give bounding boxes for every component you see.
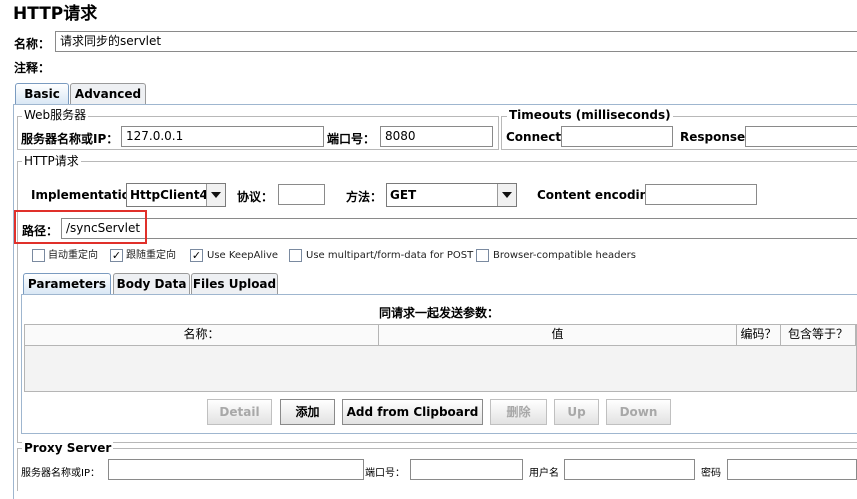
tab-advanced[interactable]: Advanced xyxy=(70,83,146,105)
encoding-label: Content encoding: xyxy=(537,188,662,202)
name-label: 名称： xyxy=(14,37,51,51)
auto-redirect-checkbox[interactable] xyxy=(32,249,45,262)
auto-redirect-label: 自动重定向 xyxy=(48,250,98,261)
parameters-table: 名称： 值 编码？ 包含等于？ xyxy=(24,324,857,392)
add-from-clipboard-button[interactable]: Add from Clipboard xyxy=(342,399,483,425)
comment-field[interactable] xyxy=(55,56,857,74)
parameters-heading: 同请求一起发送参数： xyxy=(379,306,500,320)
follow-redirect-label: 跟随重定向 xyxy=(126,250,176,261)
server-field[interactable]: 127.0.0.1 xyxy=(121,126,324,147)
response-label: Response: xyxy=(680,130,750,144)
connect-label: Connect: xyxy=(506,130,566,144)
proxy-user-field[interactable] xyxy=(564,459,695,480)
up-button[interactable]: Up xyxy=(554,399,599,425)
proxy-password-field[interactable] xyxy=(727,459,857,480)
connect-field[interactable] xyxy=(561,126,673,147)
keepalive-checkbox[interactable]: ✓ xyxy=(190,249,203,262)
chevron-down-icon[interactable] xyxy=(497,184,516,206)
protocol-field[interactable] xyxy=(278,184,325,205)
proxy-server-field[interactable] xyxy=(108,459,364,480)
timeouts-group-title: Timeouts (milliseconds) xyxy=(507,108,673,122)
encoding-field[interactable] xyxy=(645,184,757,205)
proxy-user-label: 用户名 xyxy=(529,468,559,479)
add-button[interactable]: 添加 xyxy=(280,399,335,425)
server-label: 服务器名称或IP： xyxy=(21,132,119,146)
method-select[interactable]: GET xyxy=(386,183,517,207)
detail-button[interactable]: Detail xyxy=(207,399,272,425)
path-field[interactable]: /syncServlet xyxy=(61,218,857,239)
proxy-server-label: 服务器名称或IP： xyxy=(21,468,100,479)
tab-parameters[interactable]: Parameters xyxy=(23,273,111,295)
tab-basic[interactable]: Basic xyxy=(15,83,69,105)
http-request-group-title: HTTP请求 xyxy=(22,154,81,168)
implementation-value: HttpClient4 xyxy=(130,188,208,202)
column-header-value[interactable]: 值 xyxy=(379,325,737,345)
multipart-label: Use multipart/form-data for POST xyxy=(306,250,474,261)
name-field[interactable]: 请求同步的servlet xyxy=(55,31,857,52)
chevron-down-icon[interactable] xyxy=(206,184,225,206)
column-header-encode[interactable]: 编码？ xyxy=(737,325,781,345)
tab-files-upload[interactable]: Files Upload xyxy=(191,273,278,295)
follow-redirect-checkbox[interactable]: ✓ xyxy=(110,249,123,262)
comment-label: 注释： xyxy=(14,61,51,75)
method-label: 方法： xyxy=(346,190,383,204)
port-field[interactable]: 8080 xyxy=(380,126,493,147)
port-label: 端口号： xyxy=(327,132,376,146)
tab-body-data[interactable]: Body Data xyxy=(113,273,190,295)
proxy-port-label: 端口号： xyxy=(365,468,405,479)
keepalive-label: Use KeepAlive xyxy=(207,250,279,261)
page-title: HTTP请求 xyxy=(13,4,98,24)
delete-button[interactable]: 删除 xyxy=(490,399,547,425)
browser-headers-checkbox[interactable] xyxy=(476,249,489,262)
multipart-checkbox[interactable] xyxy=(289,249,302,262)
proxy-port-field[interactable] xyxy=(410,459,523,480)
down-button[interactable]: Down xyxy=(606,399,671,425)
protocol-label: 协议： xyxy=(237,190,274,204)
browser-headers-label: Browser-compatible headers xyxy=(493,250,636,261)
proxy-password-label: 密码 xyxy=(701,468,721,479)
table-header: 名称： 值 编码？ 包含等于？ xyxy=(25,325,856,346)
implementation-select[interactable]: HttpClient4 xyxy=(126,183,226,207)
column-header-include-equals[interactable]: 包含等于？ xyxy=(781,325,856,345)
response-field[interactable] xyxy=(745,126,857,147)
proxy-group-title: Proxy Server xyxy=(22,441,114,455)
column-header-name[interactable]: 名称： xyxy=(25,325,379,345)
path-highlight-box xyxy=(14,210,147,244)
method-value: GET xyxy=(390,188,417,202)
web-server-group-title: Web服务器 xyxy=(22,108,89,122)
